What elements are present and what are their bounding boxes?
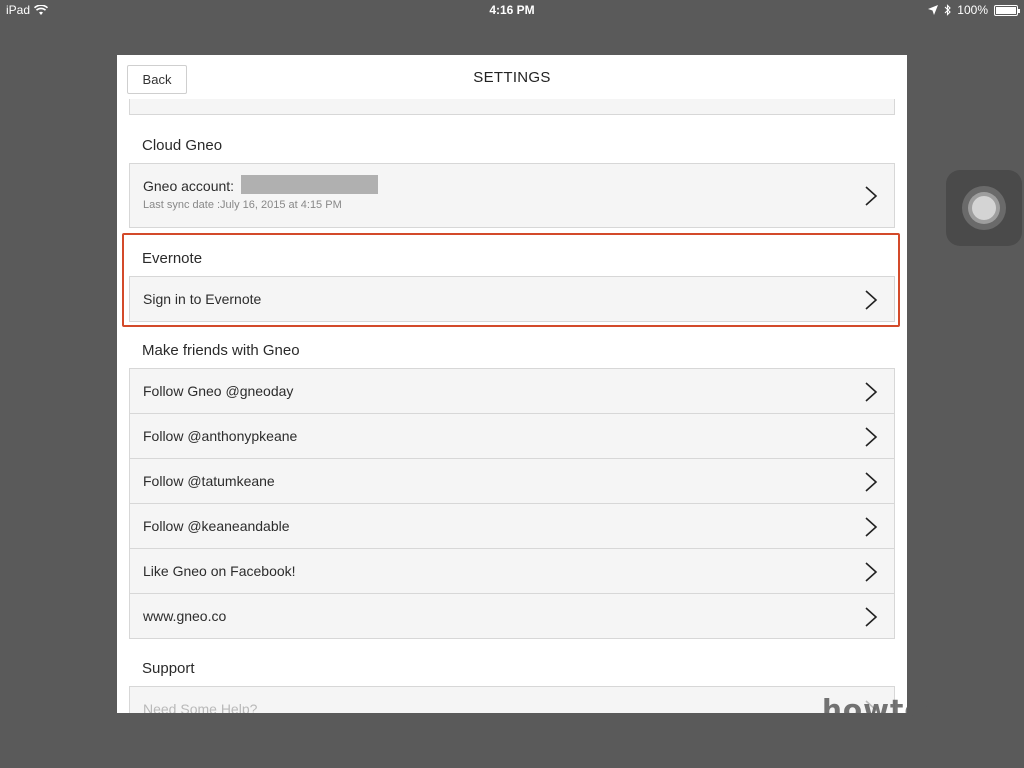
chevron-right-icon [865, 607, 878, 627]
watermark: howtos.tw [822, 693, 996, 726]
chevron-right-icon [865, 562, 878, 582]
row-label: Follow @keaneandable [143, 518, 290, 534]
row-label: www.gneo.co [143, 608, 227, 624]
battery-percent: 100% [957, 3, 988, 17]
settings-modal: Back SETTINGS Cloud Gneo Gneo account: L… [117, 55, 907, 713]
row-label: Follow @tatumkeane [143, 473, 275, 489]
list-item-follow-tatumkeane[interactable]: Follow @tatumkeane [129, 458, 895, 504]
location-arrow-icon [928, 5, 939, 15]
gneo-account-row[interactable]: Gneo account: Last sync date :July 16, 2… [129, 163, 895, 228]
battery-icon [994, 4, 1020, 16]
previous-section-row [129, 99, 895, 115]
chevron-right-icon [865, 382, 878, 402]
section-title-cloud: Cloud Gneo [142, 137, 223, 154]
list-item-website[interactable]: www.gneo.co [129, 593, 895, 639]
section-title-evernote: Evernote [142, 250, 203, 267]
modal-header: Back SETTINGS [117, 55, 907, 99]
status-bar: iPad 4:16 PM 100% [0, 0, 1024, 20]
section-title-friends: Make friends with Gneo [142, 342, 300, 359]
list-item-follow-anthonypkeane[interactable]: Follow @anthonypkeane [129, 413, 895, 459]
chevron-right-icon [865, 290, 878, 310]
chevron-right-icon [865, 517, 878, 537]
row-label: Need Some Help? [143, 701, 258, 713]
row-label: Like Gneo on Facebook! [143, 563, 296, 579]
status-time: 4:16 PM [489, 3, 535, 17]
sign-in-evernote-row[interactable]: Sign in to Evernote [129, 276, 895, 322]
list-item-like-facebook[interactable]: Like Gneo on Facebook! [129, 548, 895, 594]
assistive-touch-icon[interactable] [946, 170, 1022, 246]
section-title-support: Support [142, 660, 195, 677]
sync-date-text: Last sync date :July 16, 2015 at 4:15 PM [143, 199, 342, 211]
list-item-follow-keaneandable[interactable]: Follow @keaneandable [129, 503, 895, 549]
page-title: SETTINGS [473, 69, 551, 86]
row-label: Follow Gneo @gneoday [143, 383, 294, 399]
row-label: Follow @anthonypkeane [143, 428, 298, 444]
bluetooth-icon [944, 4, 952, 16]
list-item-follow-gneoday[interactable]: Follow Gneo @gneoday [129, 368, 895, 414]
chevron-right-icon [865, 472, 878, 492]
chevron-right-icon [865, 186, 878, 206]
chevron-right-icon [865, 427, 878, 447]
redacted-account [241, 175, 378, 194]
account-label: Gneo account: [143, 178, 235, 194]
row-label: Sign in to Evernote [143, 291, 262, 307]
list-item-need-help[interactable]: Need Some Help? [129, 686, 895, 713]
status-right: 100% [928, 3, 1020, 17]
